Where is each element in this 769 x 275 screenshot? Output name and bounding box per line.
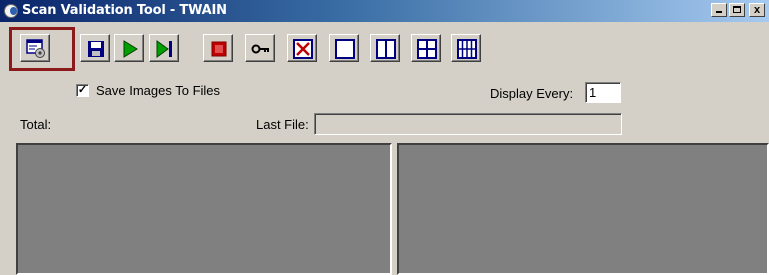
scan-validation-window: Scan Validation Tool - TWAIN x ✓ Save Im…: [0, 0, 769, 275]
maximize-button[interactable]: [729, 3, 745, 17]
eight-images-button[interactable]: [451, 34, 481, 62]
save-images-checkbox[interactable]: ✓: [76, 84, 89, 97]
window-title: Scan Validation Tool - TWAIN: [22, 3, 227, 18]
title-bar[interactable]: Scan Validation Tool - TWAIN x: [0, 0, 769, 22]
caption-buttons: x: [711, 3, 765, 17]
display-every-label: Display Every:: [490, 86, 574, 101]
display-every-input[interactable]: 1: [585, 82, 621, 103]
no-images-icon: [293, 39, 313, 59]
app-icon[interactable]: [4, 4, 18, 18]
save-button[interactable]: [80, 34, 110, 62]
stop-icon: [211, 41, 227, 57]
close-icon: x: [753, 4, 761, 16]
two-images-button[interactable]: [370, 34, 400, 62]
start-scan-button[interactable]: [114, 34, 144, 62]
image-preview-right[interactable]: [397, 143, 769, 275]
minimize-button[interactable]: [711, 3, 727, 17]
step-forward-icon: [156, 40, 172, 58]
total-label: Total:: [20, 117, 52, 132]
four-images-button[interactable]: [411, 34, 441, 62]
check-mark-icon: ✓: [77, 84, 88, 96]
floppy-disk-icon: [88, 41, 104, 57]
scan-one-page-button[interactable]: [149, 34, 179, 62]
no-images-button[interactable]: [287, 34, 317, 62]
single-pane-icon: [335, 39, 355, 59]
image-preview-left[interactable]: [16, 143, 392, 275]
close-button[interactable]: x: [749, 3, 765, 17]
license-key-button[interactable]: [245, 34, 275, 62]
key-icon: [251, 44, 269, 54]
save-images-label[interactable]: Save Images To Files: [96, 83, 220, 98]
setup-highlight-frame: [9, 27, 75, 71]
stop-scan-button[interactable]: [203, 34, 233, 62]
eight-pane-icon: [457, 39, 477, 59]
two-pane-icon: [376, 39, 396, 59]
last-file-label: Last File:: [256, 117, 309, 132]
last-file-field: [314, 113, 622, 135]
play-icon: [123, 40, 138, 58]
one-image-button[interactable]: [329, 34, 359, 62]
four-pane-icon: [417, 39, 437, 59]
